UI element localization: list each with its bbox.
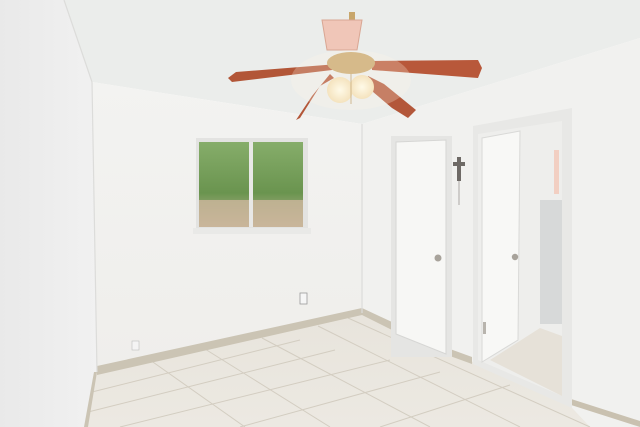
- door-hinge: [483, 322, 486, 334]
- closet-door[interactable]: [395, 139, 447, 355]
- bathroom-window-sliver: [554, 150, 559, 194]
- bathroom-door-knob[interactable]: [511, 253, 519, 261]
- open-doorway: [473, 108, 572, 408]
- electrical-outlet: [299, 292, 308, 305]
- fan-canopy: [321, 19, 363, 51]
- ceiling-glow: [291, 50, 411, 110]
- closet-door-assembly: [391, 136, 452, 357]
- window-sill: [193, 228, 311, 234]
- bedroom-scene: [0, 0, 640, 427]
- cable-jack: [131, 340, 140, 351]
- bathroom-tub-wall: [540, 200, 562, 324]
- bathroom-door[interactable]: [481, 130, 521, 363]
- left-wall: [0, 0, 97, 427]
- closet-door-knob[interactable]: [434, 254, 442, 262]
- window: [193, 138, 311, 234]
